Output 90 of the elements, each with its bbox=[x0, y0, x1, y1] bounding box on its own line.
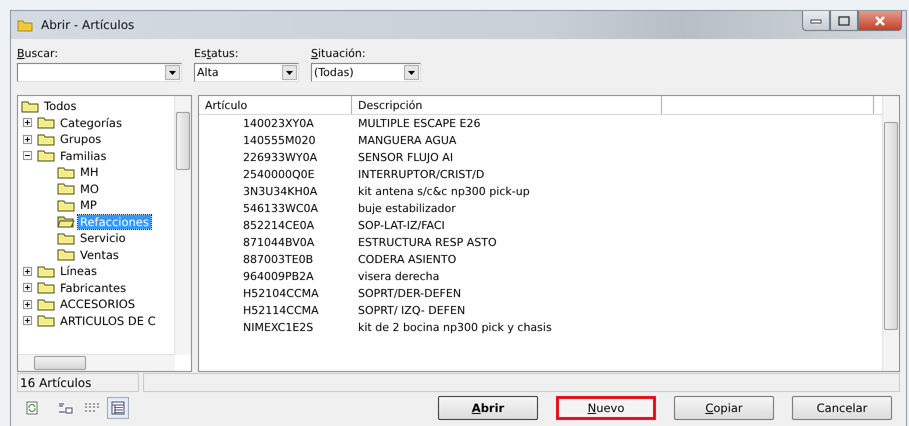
table-cell-text: SOPRT/DER-DEFEN bbox=[357, 287, 462, 300]
tree-item[interactable]: ARTICULOS DE C bbox=[58, 314, 158, 328]
small-icons-icon bbox=[58, 402, 74, 414]
table-cell-text: H52114CCMA bbox=[242, 304, 320, 317]
tree-item[interactable]: Fabricantes bbox=[58, 280, 128, 295]
table-cell-text: 887003TE0B bbox=[242, 253, 314, 266]
table-cell-text: kit de 2 bocina np300 pick y chasis bbox=[357, 321, 553, 334]
table-cell-text: 546133WC0A bbox=[242, 202, 320, 215]
vertical-scrollbar[interactable] bbox=[174, 96, 191, 355]
details-view-icon bbox=[111, 401, 125, 415]
folder-icon bbox=[37, 132, 55, 146]
maximize-button[interactable] bbox=[830, 11, 858, 31]
tree-item[interactable]: ACCESORIOS bbox=[58, 297, 138, 312]
expand-toggle[interactable] bbox=[23, 151, 32, 160]
tree-item[interactable]: Líneas bbox=[58, 264, 100, 278]
dialog-button[interactable]: Nuevo bbox=[556, 396, 656, 420]
expand-toggle[interactable] bbox=[23, 316, 32, 326]
table-cell-text: ESTRUCTURA RESP ASTO bbox=[357, 236, 498, 249]
filter-label: Estatus: bbox=[194, 47, 240, 61]
table-cell-text: MANGUERA AGUA bbox=[357, 134, 458, 147]
table-cell-text: 852214CE0A bbox=[242, 219, 316, 232]
folder-icon bbox=[37, 298, 55, 311]
table-cell-text: 2540000Q0E bbox=[242, 168, 316, 181]
expand-toggle[interactable] bbox=[23, 118, 32, 128]
tree-item[interactable]: Grupos bbox=[58, 132, 104, 146]
table-cell-text: buje estabilizador bbox=[357, 202, 457, 215]
table-cell-text: INTERRUPTOR/CRIST/D bbox=[357, 168, 486, 181]
table-cell-text: 3N3U34KH0A bbox=[242, 185, 318, 198]
tree-item[interactable]: MH bbox=[78, 165, 101, 180]
tree-item[interactable]: Familias bbox=[58, 148, 108, 163]
dropdown-field[interactable]: (Todas) bbox=[311, 63, 421, 82]
table-cell-text: 964009PB2A bbox=[242, 270, 315, 283]
horizontal-scrollbar[interactable] bbox=[18, 354, 175, 371]
folder-icon bbox=[57, 232, 75, 245]
folder-icon bbox=[37, 149, 55, 162]
folder-icon bbox=[21, 100, 39, 113]
table-cell-text: MULTIPLE ESCAPE E26 bbox=[357, 117, 482, 130]
dropdown-field[interactable] bbox=[17, 63, 182, 82]
expand-toggle[interactable] bbox=[23, 300, 32, 309]
expand-toggle[interactable] bbox=[23, 266, 32, 276]
minimize-icon bbox=[810, 18, 822, 24]
list-view-icon bbox=[84, 402, 100, 414]
table-cell-text: 226933WY0A bbox=[242, 151, 318, 164]
folder-icon bbox=[57, 198, 75, 212]
tree-item[interactable]: Ventas bbox=[78, 248, 121, 262]
open-folder-icon bbox=[57, 215, 75, 228]
table-cell-text: kit antena s/c&c np300 pick-up bbox=[357, 185, 531, 198]
table-cell-text: SENSOR FLUJO AI bbox=[357, 151, 454, 164]
folder-icon bbox=[37, 314, 55, 328]
dialog-button[interactable]: Copiar bbox=[674, 396, 774, 420]
folder-icon bbox=[37, 264, 55, 278]
folder-icon bbox=[37, 116, 55, 130]
dropdown-field[interactable]: Alta bbox=[194, 63, 299, 82]
folder-icon bbox=[57, 166, 75, 179]
refresh-icon bbox=[25, 401, 39, 415]
maximize-icon bbox=[838, 16, 850, 26]
folder-icon bbox=[57, 182, 75, 196]
window-title: Abrir - Artículos bbox=[41, 18, 134, 32]
dropdown-arrow-icon bbox=[286, 70, 293, 74]
filter-label: Situación: bbox=[311, 47, 367, 61]
table-cell-text: 140555M020 bbox=[242, 134, 316, 147]
table-cell-text: SOPRT/ IZQ- DEFEN bbox=[357, 304, 466, 317]
expand-toggle[interactable] bbox=[23, 134, 32, 144]
vertical-scrollbar[interactable] bbox=[882, 96, 899, 371]
item-count: 16 Artículos bbox=[17, 373, 139, 392]
table-cell-text: NIMEXC1E2S bbox=[242, 321, 314, 334]
table-cell-text: 871044BV0A bbox=[242, 236, 316, 249]
dropdown-arrow-icon bbox=[408, 70, 415, 74]
table-cell-text: visera derecha bbox=[357, 270, 440, 283]
folder-icon bbox=[17, 18, 33, 32]
dropdown-arrow-icon bbox=[169, 70, 176, 74]
minimize-button[interactable] bbox=[802, 11, 830, 31]
tree-item[interactable]: Servicio bbox=[78, 231, 128, 246]
close-button[interactable] bbox=[858, 11, 902, 31]
expand-toggle[interactable] bbox=[23, 283, 32, 292]
tree-item[interactable]: MP bbox=[78, 198, 99, 212]
table-cell-text: 140023XY0A bbox=[242, 117, 315, 130]
view-button[interactable] bbox=[107, 397, 129, 419]
tree-item[interactable]: MO bbox=[78, 182, 101, 196]
table-cell-text: SOP-LAT-IZ/FACI bbox=[357, 219, 446, 232]
tree-item[interactable]: Categorías bbox=[58, 116, 124, 130]
folder-icon bbox=[37, 281, 55, 294]
table-cell-text: CODERA ASIENTO bbox=[357, 253, 458, 266]
table-cell-text: H52104CCMA bbox=[242, 287, 320, 300]
dialog-button[interactable]: Cancelar bbox=[792, 396, 892, 420]
filter-label: Buscar: bbox=[17, 47, 60, 61]
tree-item[interactable]: Todos bbox=[42, 99, 78, 114]
folder-icon bbox=[57, 248, 75, 262]
dialog-button[interactable]: Abrir bbox=[438, 396, 538, 420]
close-icon bbox=[874, 16, 886, 26]
